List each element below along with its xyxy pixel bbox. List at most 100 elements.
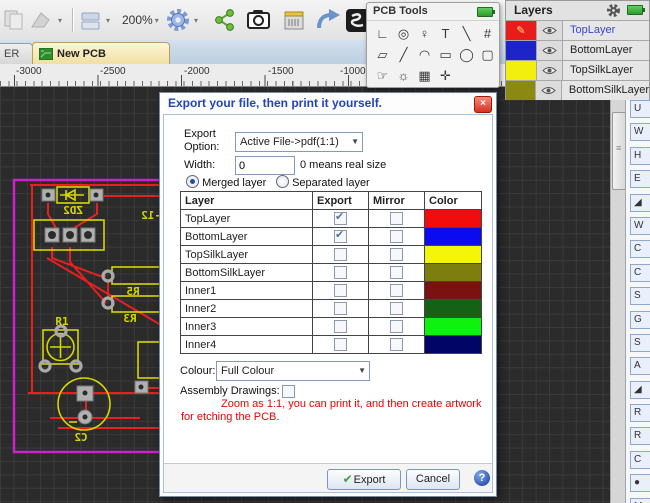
camera-icon[interactable] [246,6,272,34]
vertical-scrollbar[interactable] [610,86,626,503]
mirror-checkbox[interactable] [390,301,403,315]
tab-partial[interactable]: ER [0,43,33,65]
width-input[interactable] [235,156,295,175]
export-option-label: Export [184,128,216,140]
mirror-checkbox[interactable] [390,211,403,225]
ruler-label: -1500 [268,66,294,77]
layer-visibility-eye-icon[interactable] [537,41,563,60]
tab-new-pcb[interactable]: New PCB [32,42,170,65]
layer-color-cell[interactable] [425,282,481,299]
merged-layer-radio[interactable]: Merged layer [186,175,266,189]
layer-visibility-eye-icon[interactable] [536,81,562,100]
share-icon[interactable] [212,6,236,34]
layer-visibility-eye-icon[interactable] [537,61,563,80]
export-checkbox[interactable] [334,228,347,243]
fabrication-icon[interactable] [282,6,306,34]
layer-color-cell[interactable] [425,246,481,263]
silkscreen-label-r3: R3 [123,312,136,325]
property-field-fragment: R [630,427,650,446]
layer-export-table: Layer Export Mirror Color TopLayer Botto… [180,191,482,354]
check-icon: ✔ [342,472,353,486]
mirror-checkbox[interactable] [390,283,403,297]
export-checkbox[interactable] [334,283,347,297]
pcb-tool-measure-icon[interactable]: ╱ [393,44,414,65]
colour-select[interactable]: Full Colour ▼ [216,361,370,381]
close-icon[interactable]: × [474,96,492,113]
pcb-tool-pad-icon[interactable]: ◎ [393,23,414,44]
mirror-checkbox[interactable] [390,247,403,261]
property-field-fragment: W [630,216,650,235]
preview-icon[interactable]: ▾ [28,6,62,34]
property-field-fragment: G [630,310,650,329]
silkscreen-label-neg12: -12 [141,209,161,222]
radio-icon[interactable] [276,175,289,188]
layer-color-cell[interactable] [425,228,481,245]
pcb-tool-group-icon[interactable]: ▢ [477,44,498,65]
vertical-scrollbar-thumb[interactable] [612,112,626,190]
layers-detach-icon[interactable] [627,5,645,15]
pcb-tool-line-icon[interactable]: ╲ [456,23,477,44]
layer-color-cell[interactable] [425,264,481,281]
properties-panel-fragment[interactable]: UWHE◢WCCSGSA◢RRC●M [625,86,650,503]
export-checkbox[interactable] [334,301,347,315]
layer-config-icon[interactable]: ▾ [80,6,110,34]
clipboard-icon[interactable] [2,6,26,34]
pcb-tool-origin-icon[interactable]: ✛ [435,65,456,86]
layer-color-swatch[interactable] [506,81,537,100]
pcb-tool-image-icon[interactable]: ▦ [414,65,435,86]
layer-color-cell[interactable] [425,300,481,317]
pcb-tools-palette: PCB Tools ∟ ◎ ♀ T ╲ # ▱ ╱ ◠ ▭ ◯ ▢ ☞ ☼ ▦ ✛ [366,2,500,88]
mirror-checkbox[interactable] [390,229,403,243]
radio-icon[interactable] [186,175,199,188]
help-icon[interactable]: ? [474,470,490,486]
pcb-tool-copper-area-icon[interactable]: ▱ [372,44,393,65]
layer-name[interactable]: TopSilkLayer [563,61,649,80]
pcb-tool-drag-icon[interactable]: ☞ [372,65,393,86]
layer-color-swatch[interactable] [506,41,537,60]
ruler-label: -1000 [340,66,366,77]
layer-color-cell[interactable] [425,318,481,335]
mirror-checkbox[interactable] [390,337,403,351]
property-field-fragment: ◢ [630,193,650,212]
layer-color-swatch[interactable]: ✎ [506,21,537,40]
settings-gear-icon[interactable]: ▾ [164,6,198,34]
layer-color-cell[interactable] [425,336,481,353]
pcb-tool-text-icon[interactable]: T [435,23,456,44]
table-row: TopSilkLayer [180,245,482,264]
export-checkbox[interactable] [334,337,347,351]
pcb-tool-track-icon[interactable]: ∟ [372,23,393,44]
pcb-tool-hole-icon[interactable]: ☼ [393,65,414,86]
export-option-select[interactable]: Active File->pdf(1:1) ▼ [235,132,363,152]
separated-layer-radio[interactable]: Separated layer [276,175,370,189]
palette-detach-icon[interactable] [477,7,495,17]
layer-visibility-eye-icon[interactable] [537,21,563,40]
mirror-checkbox[interactable] [390,319,403,333]
export-checkbox[interactable] [334,247,347,261]
pcb-tool-circle-icon[interactable]: ◯ [456,44,477,65]
export-checkbox[interactable] [334,319,347,333]
mirror-checkbox[interactable] [390,265,403,279]
pcb-tool-arc-icon[interactable]: ◠ [414,44,435,65]
cancel-button[interactable]: Cancel [406,469,460,490]
export-checkbox[interactable] [334,265,347,279]
ruler-label: -2000 [184,66,210,77]
export-icon[interactable] [314,6,344,34]
layer-color-cell[interactable] [425,210,481,227]
layer-color-swatch[interactable] [506,61,537,80]
easyeda-pcb-editor: ZD2 -12 R5 R3 R1 C2 UWHE◢WCCSGSA◢RRC●M ▾… [0,0,650,503]
pcb-tool-via-icon[interactable]: ♀ [414,23,435,44]
zoom-select[interactable]: 200% ▾ [122,6,159,34]
assembly-drawings-checkbox[interactable] [282,385,295,398]
property-field-fragment: H [630,146,650,165]
export-checkbox[interactable] [334,210,347,225]
layers-settings-gear-icon[interactable] [606,3,621,24]
layer-name[interactable]: BottomLayer [563,41,649,60]
pads [41,188,149,425]
layer-name[interactable]: BottomSilkLayer [561,81,649,100]
chevron-down-icon: ▼ [358,366,366,375]
pcb-tool-dimension-icon[interactable]: # [477,23,498,44]
pcb-tool-rect-icon[interactable]: ▭ [435,44,456,65]
export-dialog: Export your file, then print it yourself… [159,92,497,497]
layer-row-bottomlayer: BottomLayer [506,41,649,61]
export-button[interactable]: ✔Export [327,469,401,490]
